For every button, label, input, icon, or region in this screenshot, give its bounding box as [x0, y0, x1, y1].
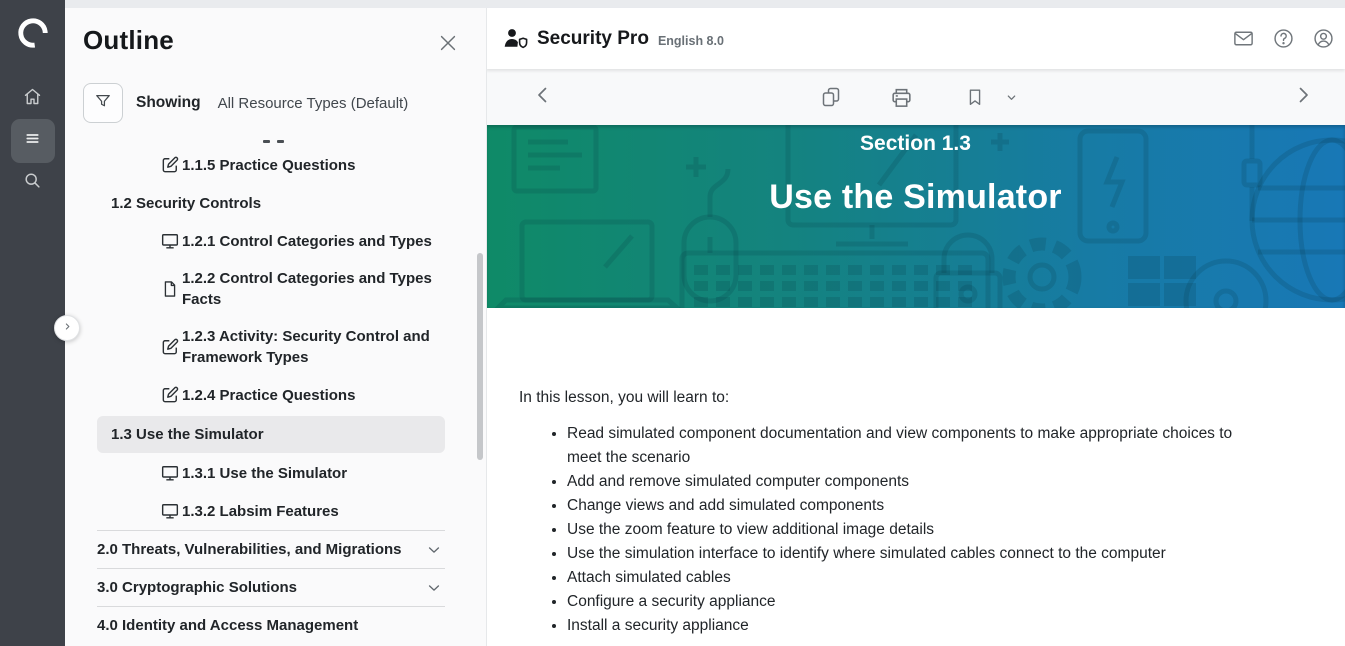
- back-icon: [531, 83, 555, 112]
- lesson-toolbar: [486, 69, 1345, 125]
- print-button[interactable]: [889, 85, 914, 110]
- chevron-right-icon: [62, 319, 73, 337]
- course-title: Security Pro: [537, 28, 649, 50]
- main-area: Security Pro English 8.0: [486, 8, 1345, 646]
- outline-item-label: 1.2.4 Practice Questions: [182, 377, 355, 414]
- next-button[interactable]: [1291, 85, 1315, 109]
- filter-value: All Resource Types (Default): [218, 95, 409, 112]
- bookmark-caret-down-icon[interactable]: [1003, 89, 1020, 106]
- outline-item-4.0[interactable]: 4.0 Identity and Access Management: [97, 607, 445, 644]
- edit-icon: [160, 155, 180, 175]
- objective-item: Use the zoom feature to view additional …: [567, 518, 1267, 542]
- outline-menu-button[interactable]: [11, 119, 55, 163]
- copy-button[interactable]: [819, 85, 843, 109]
- outline-item-label: 1.3.1 Use the Simulator: [182, 455, 347, 492]
- outline-item-1.2[interactable]: 1.2 Security Controls: [65, 184, 486, 222]
- chevron-down-icon: [425, 541, 443, 559]
- header-icons: [1232, 27, 1345, 50]
- account-icon[interactable]: [1312, 27, 1335, 50]
- outline-item-label: 4.0 Identity and Access Management: [97, 617, 358, 634]
- resource-filter-row: Showing All Resource Types (Default): [83, 83, 486, 123]
- course-subtitle: English 8.0: [658, 34, 724, 48]
- outline-item-1.3.2[interactable]: 1.3.2 Labsim Features: [65, 492, 486, 530]
- panel-expand-button[interactable]: [54, 315, 80, 341]
- section-banner: Section 1.3 Use the Simulator: [486, 125, 1345, 308]
- outline-item-label: 1.3 Use the Simulator: [111, 426, 264, 443]
- outline-item-1.2.4[interactable]: 1.2.4 Practice Questions: [65, 376, 486, 414]
- menu-icon: [22, 128, 43, 154]
- objective-item: Use the simulation interface to identify…: [567, 542, 1267, 566]
- outline-item-label: 1.3.2 Labsim Features: [182, 493, 339, 530]
- objective-item: Read simulated component documentation a…: [567, 422, 1267, 470]
- course-header: Security Pro English 8.0: [486, 8, 1345, 69]
- user-shield-icon: [502, 26, 529, 51]
- monitor-icon: [160, 501, 180, 521]
- outline-item-1.3[interactable]: 1.3 Use the Simulator: [97, 416, 445, 453]
- outline-item-label: 1.1.5 Practice Questions: [182, 147, 355, 184]
- outline-item-label: 3.0 Cryptographic Solutions: [97, 579, 297, 596]
- back-button[interactable]: [531, 85, 555, 109]
- lesson-intro: In this lesson, you will learn to:: [519, 390, 1305, 406]
- next-icon: [1291, 83, 1315, 112]
- app-logo-c-icon: [16, 16, 50, 50]
- outline-item-label: 1.2.2 Control Categories and Types Facts: [182, 260, 445, 318]
- outline-item-label: 1.2 Security Controls: [111, 195, 261, 212]
- objective-item: Configure a security appliance: [567, 590, 1267, 614]
- outline-item-1.2.1[interactable]: 1.2.1 Control Categories and Types: [65, 222, 486, 260]
- banner-text: Section 1.3 Use the Simulator: [486, 125, 1345, 217]
- outline-panel: Outline Showing All Resource Types (Defa…: [65, 8, 487, 646]
- home-button[interactable]: [13, 79, 53, 119]
- toolbar-center-group: [819, 69, 1020, 125]
- monitor-icon: [160, 463, 180, 483]
- mail-icon[interactable]: [1232, 27, 1255, 50]
- banner-section-label: Section 1.3: [486, 132, 1345, 156]
- home-icon: [22, 86, 43, 112]
- objective-item: Change views and add simulated component…: [567, 494, 1267, 518]
- outline-item-2.0[interactable]: 2.0 Threats, Vulnerabilities, and Migrat…: [97, 531, 445, 568]
- filter-funnel-icon: [93, 91, 113, 116]
- document-icon: [160, 279, 180, 299]
- chevron-down-icon: [425, 579, 443, 597]
- outline-item-label: 2.0 Threats, Vulnerabilities, and Migrat…: [97, 541, 402, 558]
- bookmark-button[interactable]: [964, 86, 986, 108]
- objective-item: Install a security appliance: [567, 614, 1267, 638]
- outline-tree: 1.1.5 Practice Questions 1.2 Security Con…: [65, 132, 486, 644]
- objective-item: Add and remove simulated computer compon…: [567, 470, 1267, 494]
- outline-close-button[interactable]: [437, 32, 459, 54]
- clipped-outline-item: [65, 132, 486, 146]
- banner-lesson-title: Use the Simulator: [486, 177, 1345, 217]
- edit-icon: [160, 385, 180, 405]
- outline-title: Outline: [83, 25, 486, 56]
- outline-scrollbar-thumb[interactable]: [477, 253, 483, 460]
- edit-icon: [160, 337, 180, 357]
- filter-button[interactable]: [83, 83, 123, 123]
- outline-item-1.2.3[interactable]: 1.2.3 Activity: Security Control and Fra…: [65, 318, 486, 376]
- outline-item-1.2.2[interactable]: 1.2.2 Control Categories and Types Facts: [65, 260, 486, 318]
- outline-item-1.3.1[interactable]: 1.3.1 Use the Simulator: [65, 454, 486, 492]
- outline-item-3.0[interactable]: 3.0 Cryptographic Solutions: [97, 569, 445, 606]
- close-icon: [437, 41, 459, 58]
- rail-nav: [0, 79, 65, 203]
- search-button[interactable]: [13, 163, 53, 203]
- monitor-icon: [160, 231, 180, 251]
- objective-item: Attach simulated cables: [567, 566, 1267, 590]
- outline-item-label: 1.2.3 Activity: Security Control and Fra…: [182, 318, 445, 376]
- help-icon[interactable]: [1272, 27, 1295, 50]
- outline-item-label: 1.2.1 Control Categories and Types: [182, 223, 432, 260]
- search-icon: [22, 170, 43, 196]
- objectives-list: Read simulated component documentation a…: [519, 422, 1267, 638]
- filter-label: Showing: [136, 94, 201, 112]
- outline-item-1.1.5[interactable]: 1.1.5 Practice Questions: [65, 146, 486, 184]
- lesson-content: In this lesson, you will learn to: Read …: [486, 308, 1345, 646]
